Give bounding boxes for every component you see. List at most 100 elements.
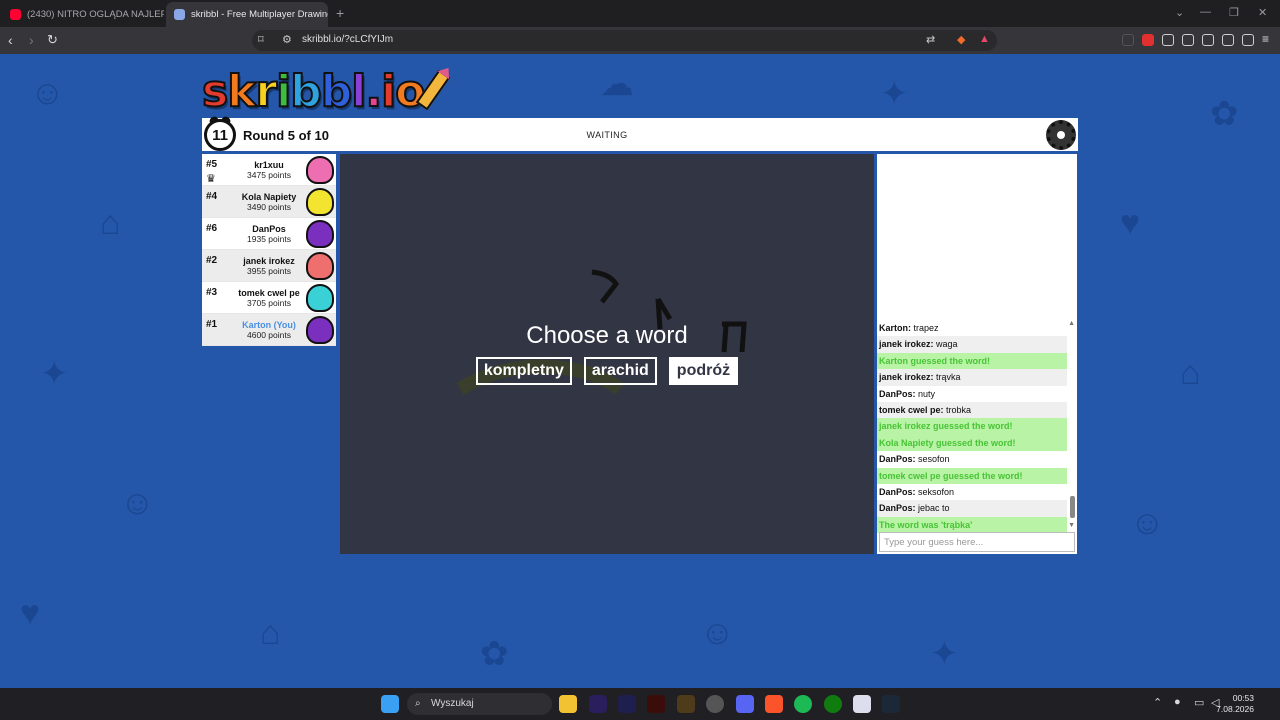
player-row[interactable]: #4 Kola Napiety 3490 points (202, 186, 336, 218)
brave-shield-icon[interactable]: ◆ (957, 33, 965, 46)
player-rank: #6 (206, 223, 218, 234)
logo-letter: . (364, 66, 383, 117)
game-status: WAITING (586, 130, 628, 140)
music-note-stroke (591, 269, 620, 304)
back-icon[interactable]: ‹ (8, 32, 13, 48)
illustrator-icon[interactable] (647, 695, 665, 713)
canvas-drawing (456, 269, 747, 396)
chat-scrollbar[interactable] (1070, 496, 1075, 518)
sidebar-icon[interactable] (1182, 34, 1194, 46)
loading-icon (1122, 34, 1134, 46)
obs-icon[interactable] (706, 695, 724, 713)
menu-icon[interactable]: ≡ (1262, 32, 1274, 46)
tab-search-icon[interactable]: ⌄ (1175, 6, 1184, 19)
brave-rewards-icon[interactable]: ▲ (979, 33, 990, 45)
new-tab-button[interactable]: + (336, 5, 344, 21)
forward-icon[interactable]: › (29, 32, 34, 48)
url-text[interactable]: skribbl.io/?cLCfYIJm (302, 34, 393, 45)
player-rank: #5 (206, 159, 218, 170)
doodle-icon: ✦ (40, 355, 69, 393)
doodle-icon: ☺ (1130, 504, 1165, 542)
word-choice-button[interactable]: podróż (668, 357, 739, 385)
doodle-icon: ✿ (480, 635, 509, 673)
brave-icon[interactable] (765, 695, 783, 713)
player-name: Karton (You) (242, 320, 296, 330)
chat-system-message: Karton guessed the word! (877, 352, 1067, 370)
chat-system-message: janek irokez guessed the word! (877, 418, 1067, 435)
player-rank: #4 (206, 191, 218, 202)
maximize-icon[interactable]: ❐ (1229, 6, 1239, 19)
logo-letter: i (275, 66, 292, 117)
youtube-extension-icon[interactable] (1142, 34, 1154, 46)
player-name: kr1xuu (254, 160, 284, 170)
tab-label: skribbl - Free Multiplayer Drawing... (191, 9, 328, 20)
bookmark-icon[interactable]: ⌑ (258, 33, 264, 46)
settings-gear-icon[interactable] (1046, 120, 1076, 150)
scroll-up-icon[interactable]: ▲ (1068, 320, 1075, 327)
crown-icon: ♛ (206, 173, 216, 185)
player-row[interactable]: #2 janek irokez 3955 points (202, 250, 336, 282)
player-points: 3705 points (247, 298, 291, 308)
word-choice-button[interactable]: kompletny (475, 357, 572, 385)
player-row[interactable]: #5 kr1xuu 3475 points ♛ (202, 154, 336, 186)
scroll-down-icon[interactable]: ▼ (1068, 522, 1075, 529)
logo-letter: i (380, 66, 397, 117)
file-explorer-icon[interactable] (559, 695, 577, 713)
taskbar-search[interactable]: ⌕ Wyszukaj (407, 693, 552, 715)
avatar (306, 316, 334, 344)
spotify-icon[interactable] (794, 695, 812, 713)
guess-input[interactable] (879, 532, 1075, 552)
drawing-canvas[interactable]: Choose a word kompletny arachid podróż (340, 154, 874, 554)
windows-taskbar: ⌕ Wyszukaj ⌃ ● ▭ ◁ 00:53 7.08.2026 (0, 688, 1280, 720)
player-row[interactable]: #6 DanPos 1935 points (202, 218, 336, 250)
network-icon[interactable]: ▭ (1194, 696, 1204, 709)
wallet-icon[interactable] (1202, 34, 1214, 46)
skribbl-logo[interactable]: s k r i b b l . i o (201, 66, 451, 117)
tab-youtube[interactable]: (2430) NITRO OGLĄDA NAJLEPSZE M... (2, 2, 164, 27)
fl-studio-icon[interactable] (677, 695, 695, 713)
address-bar[interactable]: ⌑ ⚙ skribbl.io/?cLCfYIJm ⇄ ◆ ▲ (252, 30, 997, 51)
system-clock[interactable]: 00:53 7.08.2026 (1216, 693, 1254, 715)
leo-icon[interactable] (1222, 34, 1234, 46)
chat-message: DanPos: seksofon (877, 484, 1067, 500)
translate-icon[interactable]: ⇄ (926, 33, 935, 46)
browser-toolbar: ‹ › ↻ ⌑ ⚙ skribbl.io/?cLCfYIJm ⇄ ◆ ▲ ≡ (0, 27, 1280, 54)
premiere-icon[interactable] (589, 695, 607, 713)
chat-text: trobka (946, 404, 972, 415)
windows-start-icon[interactable] (381, 695, 399, 713)
player-row[interactable]: #3 tomek cwel pe 3705 points (202, 282, 336, 314)
minimize-icon[interactable]: — (1200, 6, 1211, 18)
vpn-icon[interactable] (1242, 34, 1254, 46)
chat-text: nuty (918, 388, 936, 399)
chat-system-message: The word was 'trąbka' (877, 516, 1067, 534)
site-info-icon[interactable]: ⚙ (282, 33, 292, 46)
chat-system-message: Kola Napiety guessed the word! (877, 434, 1067, 452)
close-window-icon[interactable]: ✕ (1258, 6, 1267, 19)
after-effects-icon[interactable] (618, 695, 636, 713)
player-points: 1935 points (247, 234, 291, 244)
xbox-icon[interactable] (824, 695, 842, 713)
player-row[interactable]: #1 Karton (You) 4600 points (202, 314, 336, 346)
extensions-icon[interactable] (1162, 34, 1174, 46)
word-choices: kompletny arachid podróż (340, 357, 874, 385)
player-points: 3955 points (247, 266, 291, 276)
tab-skribbl[interactable]: skribbl - Free Multiplayer Drawing... × (166, 2, 328, 27)
choose-word-prompt: Choose a word (526, 322, 688, 349)
logo-letter: k (226, 66, 257, 117)
tray-chevron-icon[interactable]: ⌃ (1153, 696, 1162, 709)
player-name: Kola Napiety (241, 192, 297, 202)
discord-icon[interactable] (736, 695, 754, 713)
avatar (306, 252, 334, 280)
reload-icon[interactable]: ↻ (47, 32, 58, 48)
clock-date: 7.08.2026 (1216, 704, 1254, 714)
app-icon[interactable] (853, 695, 871, 713)
steam-icon[interactable] (882, 695, 900, 713)
chat-message: DanPos: jebac to (877, 500, 1067, 517)
chat-author: DanPos: (879, 486, 916, 497)
doodle-icon: ⌂ (100, 204, 121, 242)
doodle-icon: ♥ (1120, 204, 1141, 242)
microphone-icon[interactable]: ● (1174, 696, 1181, 708)
chat-text: sesofon (918, 454, 950, 465)
word-choice-button[interactable]: arachid (583, 357, 657, 385)
logo-letter: r (254, 66, 278, 117)
